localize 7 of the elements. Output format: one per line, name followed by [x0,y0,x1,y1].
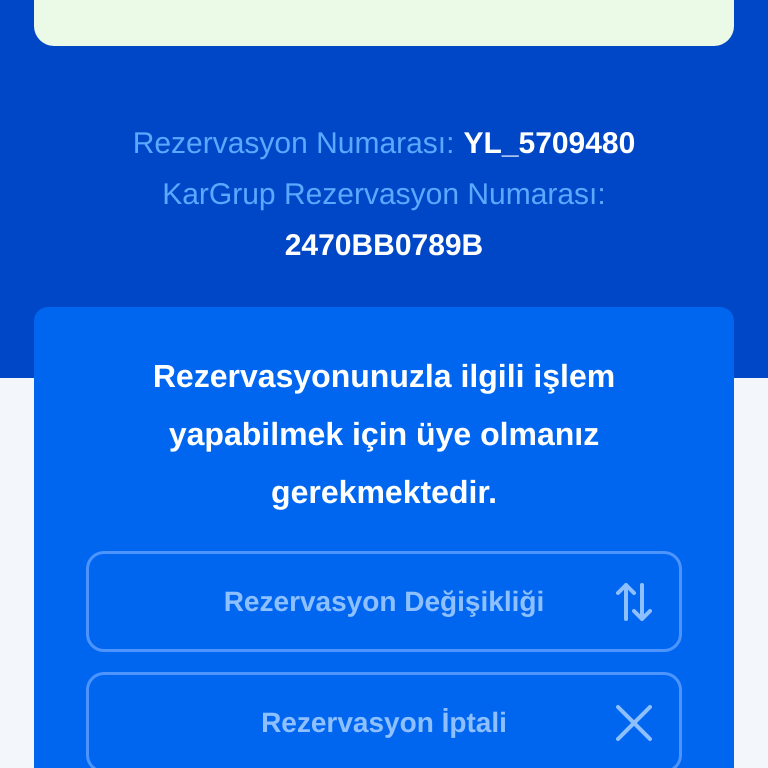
close-icon [615,704,653,742]
reservation-number: YL_5709480 [463,126,636,162]
kargrup-number-label: KarGrup Rezervasyon Numarası: [162,177,606,213]
kargrup-number: 2470BB0789B [284,228,484,264]
reservation-number-label: Rezervasyon Numarası: [132,126,454,162]
swap-arrows-icon [615,582,653,622]
member-notice-message: Rezervasyonunuzla ilgili işlem yapabilmek için üye olmanız gerekmektedir. [152,357,616,512]
